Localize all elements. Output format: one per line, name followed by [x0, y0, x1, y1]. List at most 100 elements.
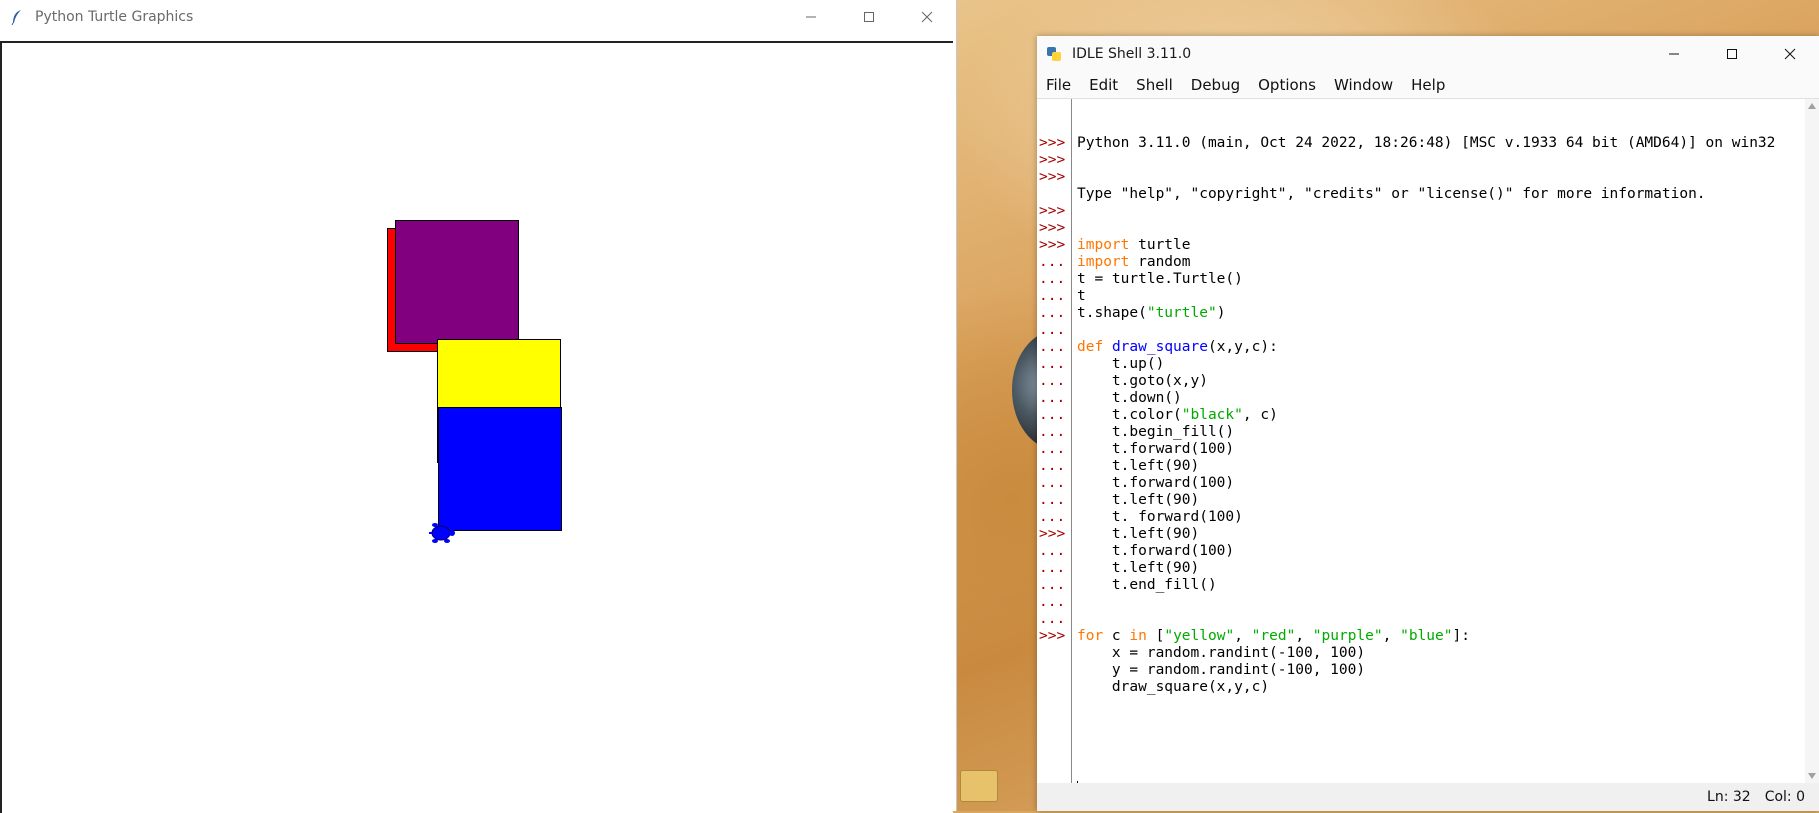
prompt-marker: ... [1039, 577, 1066, 593]
prompt-marker: ... [1039, 288, 1066, 304]
banner-line: Python 3.11.0 (main, Oct 24 2022, 18:26:… [1077, 135, 1776, 151]
code-line: t.forward(100) [1077, 475, 1235, 491]
code-line: for c in ["yellow", "red", "purple", "bl… [1077, 628, 1470, 644]
code-line: def draw_square(x,y,c): [1077, 339, 1278, 355]
code-line: t.begin_fill() [1077, 424, 1235, 440]
folder-icon[interactable] [960, 770, 998, 802]
menu-debug[interactable]: Debug [1182, 76, 1249, 94]
maximize-button[interactable] [840, 0, 898, 34]
prompt-marker: >>> [1039, 135, 1066, 151]
menu-help[interactable]: Help [1402, 76, 1454, 94]
prompt-marker: ... [1039, 492, 1066, 508]
prompt-marker: ... [1039, 271, 1066, 287]
maximize-icon [1727, 49, 1737, 59]
prompt-marker: >>> [1039, 203, 1066, 219]
maximize-icon [864, 12, 874, 22]
prompt-marker: ... [1039, 560, 1066, 576]
prompt-gutter: >>> >>> >>> >>> >>> >>>.....................… [1037, 99, 1072, 783]
blue-square [438, 407, 562, 531]
prompt-marker: ... [1039, 322, 1066, 338]
code-line: t.left(90) [1077, 526, 1200, 542]
prompt-marker: ... [1039, 407, 1066, 423]
code-line: t.forward(100) [1077, 441, 1235, 457]
prompt-marker: ... [1039, 254, 1066, 270]
prompt-marker: >>> [1039, 169, 1066, 185]
maximize-button[interactable] [1703, 36, 1761, 72]
scroll-down-icon[interactable] [1808, 773, 1816, 779]
minimize-button[interactable] [782, 0, 840, 34]
code-lines: import turtle import random t = turtle.Tur… [1077, 237, 1805, 747]
scroll-up-icon[interactable] [1808, 103, 1816, 109]
menu-shell[interactable]: Shell [1127, 76, 1182, 94]
menu-options[interactable]: Options [1249, 76, 1325, 94]
minimize-button[interactable] [1645, 36, 1703, 72]
code-line: t.up() [1077, 356, 1165, 372]
close-button[interactable] [898, 0, 956, 34]
close-button[interactable] [1761, 36, 1819, 72]
code-line: t. forward(100) [1077, 509, 1243, 525]
code-line: t [1077, 288, 1086, 304]
code-line: t.forward(100) [1077, 543, 1235, 559]
code-line: t.end_fill() [1077, 577, 1217, 593]
prompt-marker: ... [1039, 509, 1066, 525]
prompt-marker: ... [1039, 594, 1066, 610]
code-line: t.shape("turtle") [1077, 305, 1226, 321]
minimize-icon [806, 16, 816, 18]
turtle-canvas[interactable] [0, 41, 953, 813]
prompt-marker [1039, 186, 1071, 203]
prompt-marker [1039, 118, 1071, 135]
code-line: y = random.randint(-100, 100) [1077, 662, 1366, 678]
window-title: IDLE Shell 3.11.0 [1072, 46, 1192, 62]
turtle-graphics-window: Python Turtle Graphics [0, 0, 957, 813]
code-line: t.left(90) [1077, 560, 1200, 576]
status-line: Ln: 32 [1707, 789, 1751, 805]
prompt-marker: ... [1039, 305, 1066, 321]
code-line: import turtle [1077, 237, 1191, 253]
prompt-marker: >>> [1039, 152, 1066, 168]
code-line: draw_square(x,y,c) [1077, 679, 1270, 695]
python-logo-icon [1047, 47, 1061, 61]
window-title: Python Turtle Graphics [35, 9, 194, 25]
prompt-marker: ... [1039, 424, 1066, 440]
idle-titlebar[interactable]: IDLE Shell 3.11.0 [1037, 36, 1819, 72]
prompt-marker: ... [1039, 373, 1066, 389]
minimize-icon [1669, 53, 1679, 55]
statusbar: Ln: 32 Col: 0 [1037, 783, 1819, 811]
prompt-marker: >>> [1039, 628, 1066, 644]
menu-edit[interactable]: Edit [1080, 76, 1127, 94]
prompt-marker: >>> [1039, 237, 1066, 253]
menu-window[interactable]: Window [1325, 76, 1402, 94]
code-line: import random [1077, 254, 1191, 270]
menubar: File Edit Shell Debug Options Window Hel… [1037, 72, 1819, 98]
code-line: t.color("black", c) [1077, 407, 1278, 423]
code-line: t = turtle.Turtle() [1077, 271, 1243, 287]
vertical-scrollbar[interactable] [1805, 99, 1819, 783]
prompt-marker: ... [1039, 441, 1066, 457]
menu-file[interactable]: File [1037, 76, 1080, 94]
prompt-marker: ... [1039, 339, 1066, 355]
prompt-marker: ... [1039, 475, 1066, 491]
banner-line: Type "help", "copyright", "credits" or "… [1077, 186, 1706, 202]
prompt-list: >>> >>> >>> >>> >>> >>>.....................… [1037, 99, 1071, 645]
close-icon [921, 11, 933, 23]
close-icon [1784, 48, 1796, 60]
code-line: t.down() [1077, 390, 1182, 406]
prompt-marker: >>> [1039, 220, 1066, 236]
prompt-marker: ... [1039, 356, 1066, 372]
status-col: Col: 0 [1764, 789, 1805, 805]
code-line: t.left(90) [1077, 458, 1200, 474]
shell-text[interactable]: Python 3.11.0 (main, Oct 24 2022, 18:26:… [1077, 99, 1805, 783]
code-line: t.left(90) [1077, 492, 1200, 508]
prompt-marker: >>> [1039, 526, 1066, 542]
prompt-marker: ... [1039, 543, 1066, 559]
shell-area: >>> >>> >>> >>> >>> >>>.....................… [1037, 98, 1819, 783]
prompt-marker: ... [1039, 390, 1066, 406]
turtle-titlebar[interactable]: Python Turtle Graphics [0, 0, 956, 34]
shell-code[interactable]: Python 3.11.0 (main, Oct 24 2022, 18:26:… [1077, 99, 1805, 783]
